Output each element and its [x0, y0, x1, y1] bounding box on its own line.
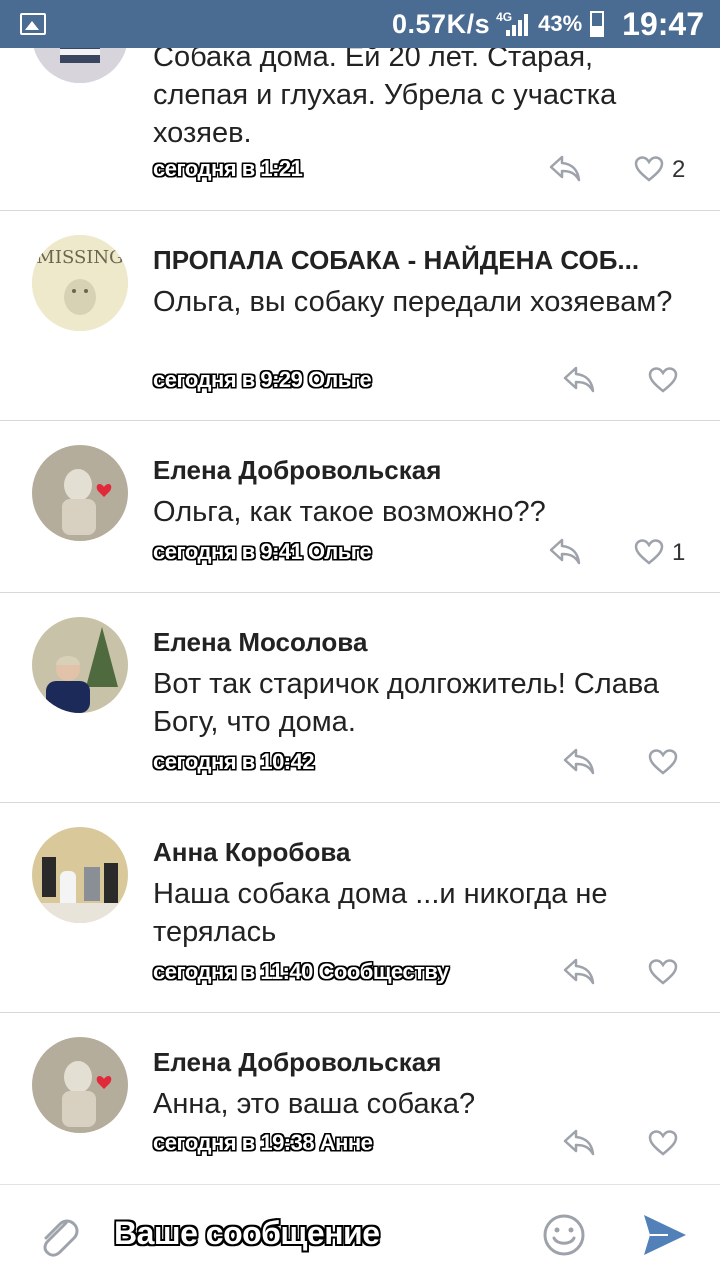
comment-author[interactable]: ПРОПАЛА СОБАКА - НАЙДЕНА СОБ... [153, 245, 683, 276]
reply-icon[interactable] [548, 536, 582, 566]
comment-timestamp: сегодня в 1:21 [153, 156, 303, 181]
comment-item: Елена Мосолова Вот так старичок долгожит… [0, 593, 720, 803]
comment-text: Ольга, как такое возможно?? [153, 496, 546, 528]
comment-item: MISSING ПРОПАЛА СОБАКА - НАЙДЕНА СОБ... … [0, 211, 720, 421]
comment-text: Анна, это ваша собака? [153, 1088, 476, 1120]
battery-icon [590, 11, 605, 37]
like-count: 1 [672, 539, 686, 566]
comment-author[interactable]: Елена Мосолова [153, 627, 683, 658]
network-speed: 0.57K/s [392, 8, 491, 39]
reply-icon[interactable] [562, 746, 596, 776]
heart-icon[interactable] [634, 538, 664, 566]
send-icon[interactable] [642, 1213, 688, 1257]
comment-text: Ольга, вы собаку передали хозяевам? [153, 286, 673, 318]
heart-icon[interactable] [648, 958, 678, 986]
reply-icon[interactable] [562, 364, 596, 394]
clock: 19:47 [622, 5, 704, 42]
missing-avatar-text: MISSING [36, 247, 123, 268]
comment-timestamp: сегодня в 9:29 Ольге [153, 367, 372, 392]
reply-icon[interactable] [562, 956, 596, 986]
heart-icon[interactable] [648, 1129, 678, 1157]
heart-icon[interactable] [648, 748, 678, 776]
comment-timestamp: сегодня в 11:40 Сообществу [153, 959, 449, 984]
avatar[interactable] [32, 827, 128, 923]
comment-timestamp: сегодня в 19:38 Анне [153, 1130, 373, 1155]
like-count: 2 [672, 156, 686, 183]
comment-item: Елена Добровольская Ольга, как такое воз… [0, 421, 720, 593]
avatar[interactable]: MISSING [32, 235, 128, 331]
comment-author[interactable]: Анна Коробова [153, 837, 683, 868]
reply-icon[interactable] [562, 1127, 596, 1157]
comment-text: Собака дома. Ей 20 лет. Старая, слепая и… [153, 41, 617, 149]
comment-timestamp: сегодня в 10:42 [153, 749, 315, 774]
message-input[interactable]: Ваше сообщение [114, 1215, 380, 1252]
status-bar: 0.57K/s 4G 43% 19:47 [0, 0, 720, 48]
paperclip-icon[interactable] [36, 1211, 80, 1257]
heart-icon[interactable] [634, 155, 664, 183]
comment-text: Наша собака дома ...и никогда не терялас… [153, 878, 608, 948]
heart-icon[interactable] [648, 366, 678, 394]
comment-timestamp: сегодня в 9:41 Ольге [153, 539, 372, 564]
signal-icon [506, 12, 529, 36]
emoji-icon[interactable] [542, 1213, 586, 1257]
comment-text: Вот так старичок долгожитель! Слава Богу… [153, 668, 660, 738]
comment-author[interactable]: Елена Добровольская [153, 1047, 683, 1078]
gallery-notification-icon [20, 13, 46, 35]
comment-author[interactable]: Елена Добровольская [153, 455, 683, 486]
comment-item: Анна Коробова Наша собака дома ...и нико… [0, 803, 720, 1013]
avatar[interactable] [32, 617, 128, 713]
avatar[interactable] [32, 445, 128, 541]
avatar[interactable] [32, 1037, 128, 1133]
comment-item: Елена Добровольская Анна, это ваша собак… [0, 1013, 720, 1184]
message-input-bar: Ваше сообщение [0, 1184, 720, 1280]
reply-icon[interactable] [548, 153, 582, 183]
battery-percent: 43% [538, 11, 583, 36]
